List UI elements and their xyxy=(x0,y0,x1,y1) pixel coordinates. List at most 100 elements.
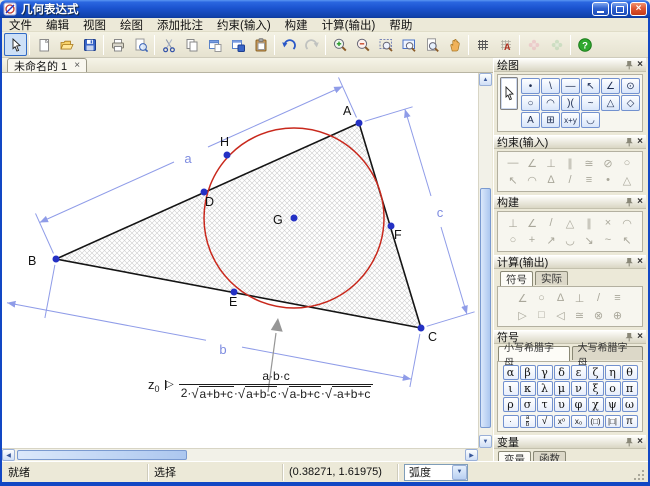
draw-select-tool[interactable] xyxy=(500,77,518,110)
greek-letter-button[interactable]: θ xyxy=(621,365,638,380)
panel-close-icon[interactable]: × xyxy=(637,60,643,70)
point-C[interactable] xyxy=(417,324,425,332)
tab-lowercase-greek[interactable]: 小写希腊字母 xyxy=(498,343,570,369)
maximize-button[interactable] xyxy=(611,2,628,16)
zoom-out-button[interactable] xyxy=(351,33,374,56)
pan-button[interactable] xyxy=(443,33,466,56)
scroll-up-button[interactable]: ▲ xyxy=(479,73,492,86)
horizontal-scroll-thumb[interactable] xyxy=(17,450,187,460)
panel-close-icon[interactable]: × xyxy=(637,197,643,207)
symbol-pi-button[interactable]: π xyxy=(621,415,638,428)
constraint-tool-icon[interactable]: ∠ xyxy=(523,155,541,171)
point-H[interactable] xyxy=(223,151,231,159)
panel-close-icon[interactable]: × xyxy=(637,332,643,342)
panel-close-icon[interactable]: × xyxy=(637,257,643,267)
greek-letter-button[interactable]: α xyxy=(502,365,519,380)
symbol-parentheses-button[interactable]: (□) xyxy=(587,415,604,428)
draw-conic-tool[interactable]: )( xyxy=(561,95,580,111)
dropdown-arrow-icon[interactable]: ▼ xyxy=(452,464,467,480)
draw-segment-tool[interactable]: \ xyxy=(541,78,560,94)
draw-text-tool[interactable]: A xyxy=(521,112,540,128)
menu-calculate[interactable]: 计算(输出) xyxy=(315,17,383,33)
draw-vector-tool[interactable]: ↖ xyxy=(581,78,600,94)
axes-labels-button[interactable]: A xyxy=(494,33,517,56)
canvas-vertical-scrollbar[interactable]: ▲ ▼ xyxy=(478,73,492,448)
zoom-in-button[interactable] xyxy=(328,33,351,56)
constraint-tool-icon[interactable]: Δ xyxy=(542,172,560,188)
constraint-tool-icon[interactable]: • xyxy=(599,172,617,188)
symbol-dot-button[interactable]: · xyxy=(502,415,519,428)
menu-edit[interactable]: 编辑 xyxy=(39,17,76,33)
menu-draw[interactable]: 绘图 xyxy=(113,17,150,33)
paste-picture-button[interactable] xyxy=(226,33,249,56)
greek-letter-button[interactable]: ψ xyxy=(604,397,621,412)
construct-tool-icon[interactable]: ◡ xyxy=(561,232,579,248)
constraint-tool-icon[interactable]: ≅ xyxy=(580,155,598,171)
symbol-fraction-button[interactable]: ab xyxy=(519,415,536,428)
draw-arc-tool[interactable]: ◠ xyxy=(541,95,560,111)
draw-regular-polygon-tool[interactable]: △ xyxy=(601,95,620,111)
calculate-tool-icon[interactable]: ○ xyxy=(533,290,551,306)
draw-expression-tool[interactable]: x+y xyxy=(561,112,580,128)
triangle-ABC[interactable] xyxy=(53,121,423,330)
greek-letter-button[interactable]: χ xyxy=(587,397,604,412)
cut-button[interactable] xyxy=(157,33,180,56)
constraint-tool-icon[interactable]: ⊘ xyxy=(599,155,617,171)
calculate-tool-icon[interactable]: ∠ xyxy=(514,290,532,306)
menu-file[interactable]: 文件 xyxy=(2,17,39,33)
draw-picture-tool[interactable]: ⊞ xyxy=(541,112,560,128)
calculate-tool-icon[interactable]: ⊥ xyxy=(571,290,589,306)
drawing-canvas[interactable]: a c b A B C D E F G H z0 ▷ a·b·c 2 · √a+… xyxy=(2,73,478,448)
pin-icon[interactable] xyxy=(624,137,634,147)
symbol-sqrt-button[interactable]: √ xyxy=(536,415,553,428)
construct-tool-icon[interactable]: △ xyxy=(561,215,579,231)
calculate-tool-icon[interactable]: ◁ xyxy=(552,307,570,323)
pin-icon[interactable] xyxy=(624,437,634,447)
tab-close-icon[interactable]: × xyxy=(74,60,80,71)
constraint-tool-icon[interactable]: ◠ xyxy=(523,172,541,188)
canvas-horizontal-scrollbar[interactable]: ◀ ▶ xyxy=(2,448,478,461)
help-button[interactable]: ? xyxy=(573,33,596,56)
print-preview-button[interactable] xyxy=(129,33,152,56)
greek-letter-button[interactable]: γ xyxy=(536,365,553,380)
close-button[interactable]: × xyxy=(630,2,647,16)
draw-polygon-tool[interactable]: ∠ xyxy=(601,78,620,94)
minimize-button[interactable] xyxy=(592,2,609,16)
menu-construct[interactable]: 构建 xyxy=(278,17,315,33)
draw-ellipse-tool[interactable]: ○ xyxy=(521,95,540,111)
greek-letter-button[interactable]: ε xyxy=(570,365,587,380)
constraint-tool-icon[interactable]: ∥ xyxy=(561,155,579,171)
greek-letter-button[interactable]: δ xyxy=(553,365,570,380)
greek-letter-button[interactable]: σ xyxy=(519,397,536,412)
undo-button[interactable] xyxy=(277,33,300,56)
construct-tool-icon[interactable]: + xyxy=(523,232,541,248)
menu-annotate[interactable]: 添加批注 xyxy=(150,17,210,33)
pin-icon[interactable] xyxy=(624,197,634,207)
greek-letter-button[interactable]: β xyxy=(519,365,536,380)
greek-letter-button[interactable]: ρ xyxy=(502,397,519,412)
calculate-tool-icon[interactable]: Δ xyxy=(552,290,570,306)
constraint-tool-icon[interactable]: — xyxy=(504,155,522,171)
point-A[interactable] xyxy=(355,119,363,127)
zoom-drawing-button[interactable] xyxy=(397,33,420,56)
construct-tool-icon[interactable]: ↘ xyxy=(580,232,598,248)
draw-line-tool[interactable]: — xyxy=(561,78,580,94)
construct-tool-icon[interactable]: × xyxy=(599,215,617,231)
greek-letter-button[interactable]: λ xyxy=(536,381,553,396)
calculate-tool-icon[interactable]: ⊗ xyxy=(590,307,608,323)
greek-letter-button[interactable]: ο xyxy=(604,381,621,396)
dimension-label-a[interactable]: a xyxy=(184,151,192,166)
grid-button[interactable] xyxy=(471,33,494,56)
select-tool-button[interactable] xyxy=(4,33,27,56)
greek-letter-button[interactable]: ξ xyxy=(587,381,604,396)
greek-letter-button[interactable]: η xyxy=(604,365,621,380)
construct-tool-icon[interactable]: ○ xyxy=(504,232,522,248)
angle-unit-dropdown[interactable]: 弧度 ▼ xyxy=(404,463,468,481)
symbol-absolute-button[interactable]: |□| xyxy=(604,415,621,428)
calculate-tool-icon[interactable]: ▷ xyxy=(514,307,532,323)
pin-icon[interactable] xyxy=(624,257,634,267)
draw-curve-tool[interactable]: ~ xyxy=(581,95,600,111)
dimension-label-b[interactable]: b xyxy=(219,342,226,357)
greek-letter-button[interactable]: ι xyxy=(502,381,519,396)
scroll-right-button[interactable]: ▶ xyxy=(465,449,478,461)
